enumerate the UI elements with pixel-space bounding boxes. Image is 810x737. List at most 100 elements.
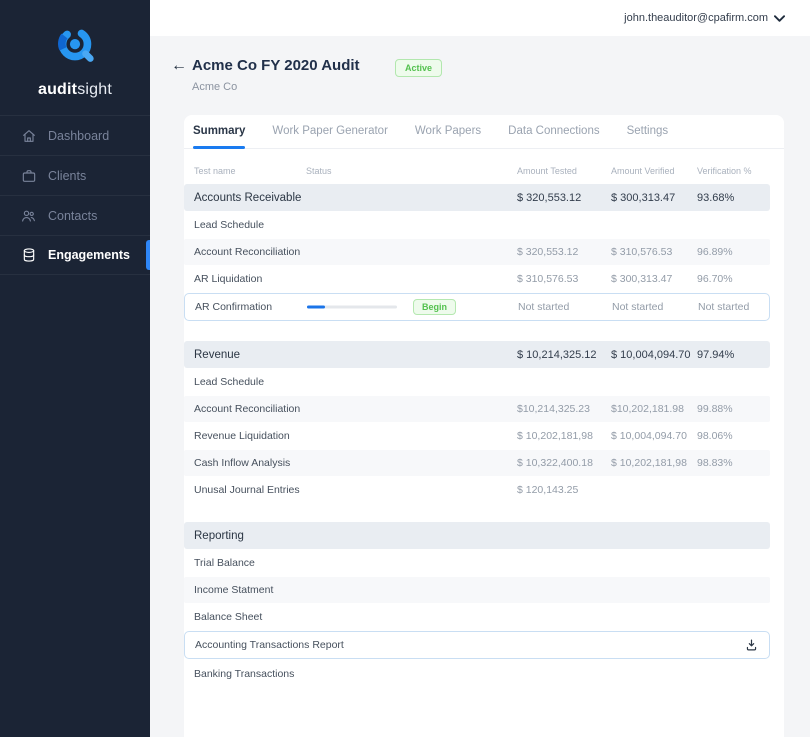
chevron-down-icon xyxy=(774,15,785,22)
database-icon xyxy=(20,247,37,263)
table-row-cash-inflow-analysis[interactable]: Cash Inflow Analysis$ 10,322,400.18$ 10,… xyxy=(184,450,770,476)
amount-tested: $ 320,553.12 xyxy=(517,192,581,204)
column-header-verification-pct: Verification % xyxy=(697,166,752,176)
download-report-button[interactable] xyxy=(745,639,758,652)
test-name: AR Liquidation xyxy=(194,273,262,285)
section-gap xyxy=(184,323,784,341)
sidebar-item-label: Contacts xyxy=(48,209,97,223)
people-icon xyxy=(20,208,37,224)
amount-tested: $ 120,143.25 xyxy=(517,484,578,496)
begin-button[interactable]: Begin xyxy=(413,299,456,315)
user-email: john.theauditor@cpafirm.com xyxy=(624,12,768,24)
test-name: Unusal Journal Entries xyxy=(194,484,300,496)
tab-work-paper-generator[interactable]: Work Paper Generator xyxy=(272,115,387,148)
progress-fill xyxy=(307,306,325,309)
sidebar-item-clients[interactable]: Clients xyxy=(0,155,150,195)
test-name: Revenue xyxy=(194,349,240,361)
test-name: Account Reconciliation xyxy=(194,403,300,415)
amount-tested: $ 320,553.12 xyxy=(517,246,578,258)
verification-pct: 99.88% xyxy=(697,403,733,415)
column-header-amount-verified: Amount Verified xyxy=(611,166,675,176)
test-name: Accounts Receivable xyxy=(194,192,301,204)
test-name: Lead Schedule xyxy=(194,376,264,388)
section-row-accounts-receivable: Accounts Receivable $ 320,553.12 $ 300,313… xyxy=(184,184,770,211)
sidebar-item-dashboard[interactable]: Dashboard xyxy=(0,115,150,155)
verification-pct: 96.89% xyxy=(697,246,733,258)
sidebar-nav: Dashboard Clients Contacts Engagements xyxy=(0,115,150,275)
column-header-test-name: Test name xyxy=(194,166,236,176)
table-header: Test name Status Amount Tested Amount Ve… xyxy=(184,159,784,184)
brand-light: sight xyxy=(77,81,112,98)
test-name: Accounting Transactions Report xyxy=(195,639,344,651)
verification-pct: 98.83% xyxy=(697,457,733,469)
table-row-balance-sheet[interactable]: Balance Sheet xyxy=(184,604,770,630)
amount-verified: $ 310,576.53 xyxy=(611,246,672,258)
tab-settings[interactable]: Settings xyxy=(627,115,669,148)
table-row-accounting-transactions-report[interactable]: Accounting Transactions Report xyxy=(184,631,770,659)
table-row-revenue-liquidation[interactable]: Revenue Liquidation$ 10,202,181,98$ 10,0… xyxy=(184,423,770,449)
amount-tested: Not started xyxy=(518,301,569,313)
brand-name: auditsight xyxy=(0,81,150,99)
table-row-ar-confirmation[interactable]: AR Confirmation Begin Not started Not start… xyxy=(184,293,770,321)
table-row-unusal-journal-entries[interactable]: Unusal Journal Entries $ 120,143.25 xyxy=(184,477,770,503)
tests-table: Test name Status Amount Tested Amount Ve… xyxy=(184,149,784,687)
amount-verified: $ 300,313.47 xyxy=(611,273,672,285)
test-name: Lead Schedule xyxy=(194,219,264,231)
table-row-banking-transactions[interactable]: Banking Transactions xyxy=(184,661,770,687)
column-header-amount-tested: Amount Tested xyxy=(517,166,577,176)
tab-summary[interactable]: Summary xyxy=(193,115,245,148)
verification-pct: 97.94% xyxy=(697,349,734,361)
briefcase-icon xyxy=(20,168,37,184)
verification-pct: Not started xyxy=(698,301,749,313)
test-name: AR Confirmation xyxy=(195,301,272,313)
amount-verified: Not started xyxy=(612,301,663,313)
main-content: ← Acme Co FY 2020 Audit Active Acme Co S… xyxy=(150,36,810,737)
test-name: Reporting xyxy=(194,530,244,542)
brand-logo: auditsight xyxy=(0,0,150,99)
topbar: john.theauditor@cpafirm.com xyxy=(150,0,810,36)
amount-tested: $10,214,325.23 xyxy=(517,403,590,415)
verification-pct: 93.68% xyxy=(697,192,734,204)
test-name: Banking Transactions xyxy=(194,668,294,680)
table-row-account-reconciliation[interactable]: Account Reconciliation $ 320,553.12 $ 310,… xyxy=(184,239,770,265)
test-name: Trial Balance xyxy=(194,557,255,569)
table-row-lead-schedule[interactable]: Lead Schedule xyxy=(184,369,770,395)
verification-pct: 96.70% xyxy=(697,273,733,285)
tab-work-papers[interactable]: Work Papers xyxy=(415,115,481,148)
home-icon xyxy=(20,128,37,144)
status-badge: Active xyxy=(395,59,442,77)
page-title: Acme Co FY 2020 Audit xyxy=(192,57,360,74)
table-row-ar-liquidation[interactable]: AR Liquidation $ 310,576.53 $ 300,313.47 96… xyxy=(184,266,770,292)
back-button[interactable]: ← xyxy=(171,58,187,74)
sidebar: auditsight Dashboard Clients Contacts En… xyxy=(0,0,150,737)
test-name: Cash Inflow Analysis xyxy=(194,457,290,469)
page-subtitle: Acme Co xyxy=(192,81,237,93)
status-progress-bar xyxy=(307,306,397,309)
download-icon xyxy=(745,639,758,652)
verification-pct: 98.06% xyxy=(697,430,733,442)
test-name: Revenue Liquidation xyxy=(194,430,290,442)
table-row-trial-balance[interactable]: Trial Balance xyxy=(184,550,770,576)
sidebar-item-contacts[interactable]: Contacts xyxy=(0,195,150,235)
brand-bold: audit xyxy=(38,81,77,98)
table-row-lead-schedule[interactable]: Lead Schedule xyxy=(184,212,770,238)
amount-verified: $10,202,181.98 xyxy=(611,403,684,415)
test-name: Income Statment xyxy=(194,584,273,596)
table-rows: Accounts Receivable $ 320,553.12 $ 300,313… xyxy=(184,184,784,687)
amount-tested: $ 10,202,181,98 xyxy=(517,430,593,442)
amount-verified: $ 10,004,094.70 xyxy=(611,349,691,361)
auditsight-logo-icon xyxy=(52,24,98,70)
tab-data-connections[interactable]: Data Connections xyxy=(508,115,599,148)
column-header-status: Status xyxy=(306,166,332,176)
table-row-income-statment[interactable]: Income Statment xyxy=(184,577,770,603)
tab-bar: Summary Work Paper Generator Work Papers… xyxy=(184,115,784,149)
amount-verified: $ 300,313.47 xyxy=(611,192,675,204)
section-row-revenue: Revenue $ 10,214,325.12 $ 10,004,094.70 97.… xyxy=(184,341,770,368)
amount-tested: $ 10,214,325.12 xyxy=(517,349,597,361)
user-account-menu[interactable]: john.theauditor@cpafirm.com xyxy=(624,12,785,24)
sidebar-item-engagements[interactable]: Engagements xyxy=(0,235,150,275)
amount-tested: $ 310,576.53 xyxy=(517,273,578,285)
table-row-account-reconciliation[interactable]: Account Reconciliation $10,214,325.23 $10,… xyxy=(184,396,770,422)
test-name: Account Reconciliation xyxy=(194,246,300,258)
amount-tested: $ 10,322,400.18 xyxy=(517,457,593,469)
